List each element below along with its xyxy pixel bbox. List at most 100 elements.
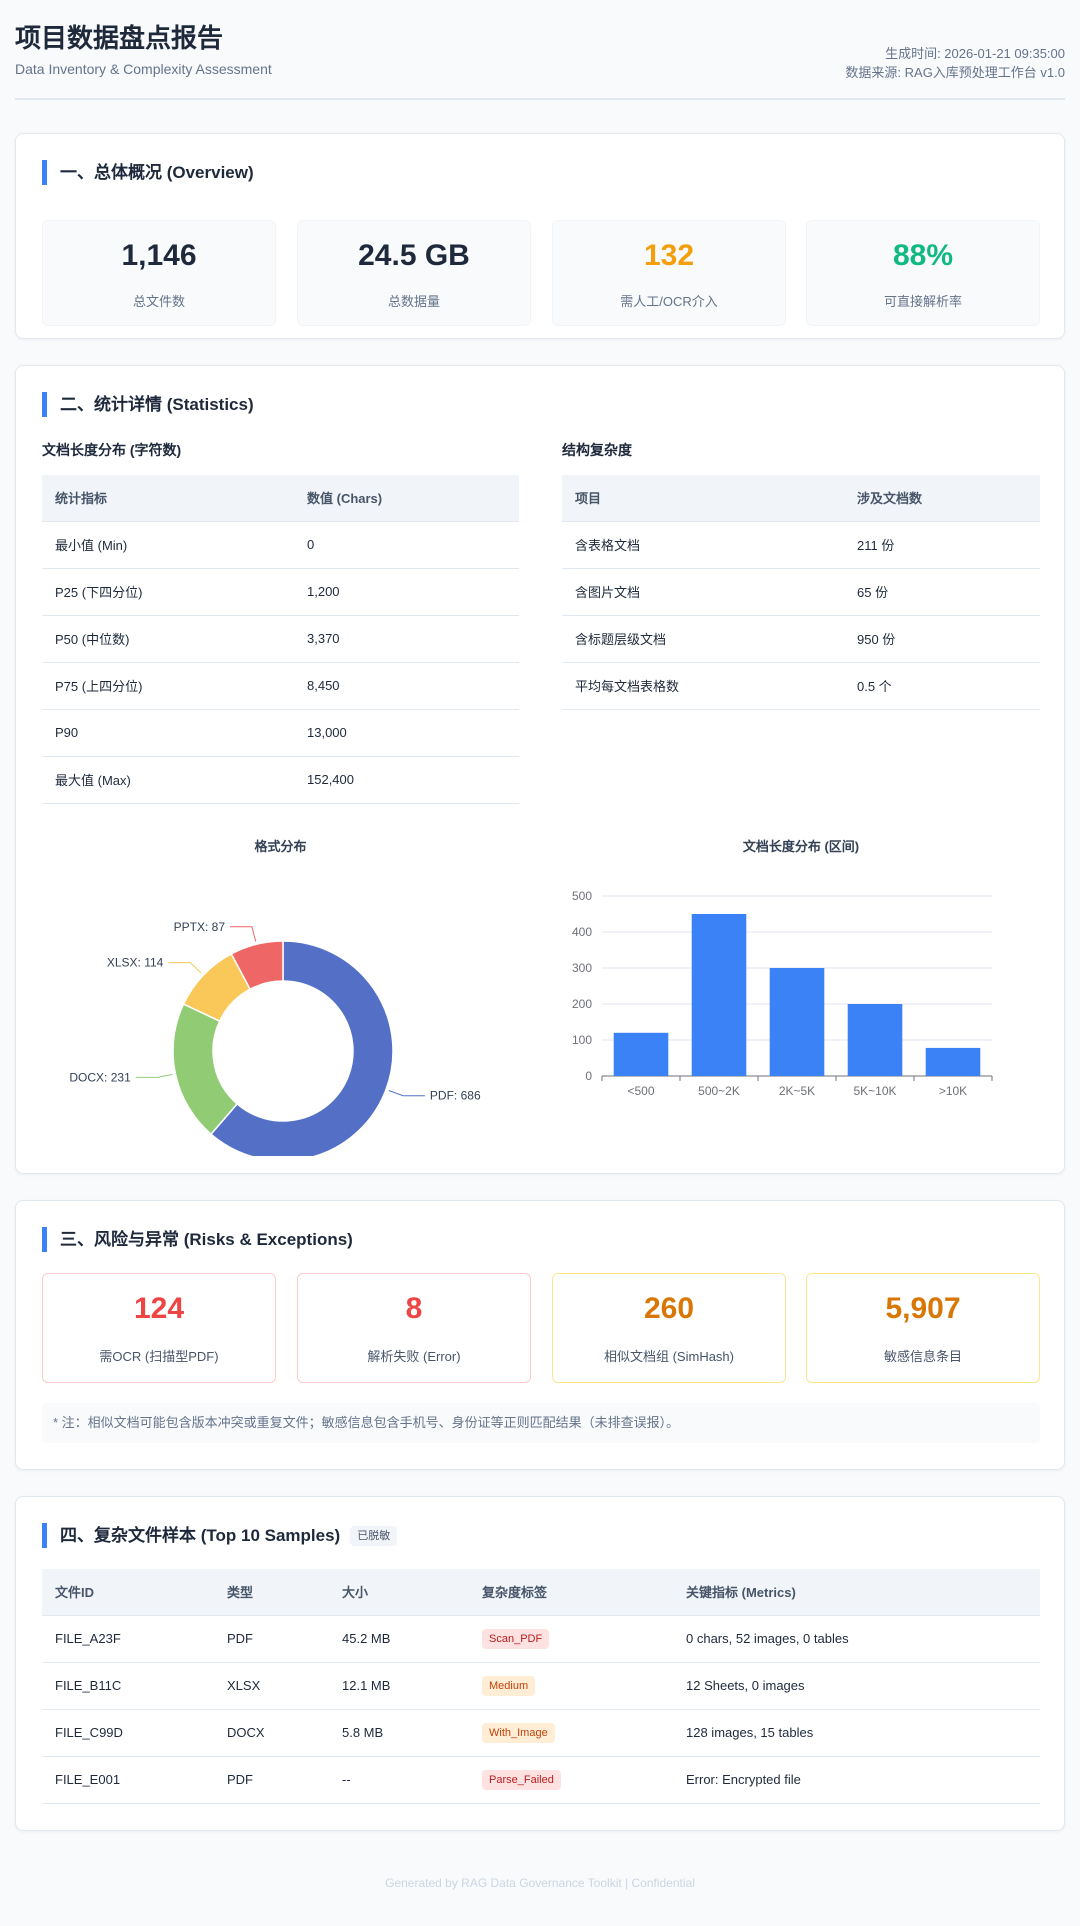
metric-name: P25 (下四分位) (42, 568, 294, 616)
y-tick-label: 200 (572, 997, 592, 1011)
table-row: FILE_B11C XLSX 12.1 MB Medium 12 Sheets, 0 i… (42, 1662, 1040, 1710)
column-header: 数值 (Chars) (294, 475, 519, 522)
samples-table: 文件ID 类型 大小 复杂度标签 关键指标 (Metrics) FILE_A23… (42, 1569, 1040, 1804)
metric-name: P75 (上四分位) (42, 662, 294, 710)
risk-card-similar-docs: 260 相似文档组 (SimHash) (552, 1273, 786, 1383)
table-row: 含标题层级文档 950 份 (562, 615, 1040, 663)
section-title: 三、风险与异常 (Risks & Exceptions) (42, 1227, 353, 1252)
section-title: 一、总体概况 (Overview) (42, 160, 254, 185)
file-size: -- (329, 1756, 469, 1804)
risk-card-sensitive-info: 5,907 敏感信息条目 (806, 1273, 1040, 1383)
stat-label: 总文件数 (132, 294, 185, 309)
item-count: 950 份 (844, 615, 1040, 663)
risk-label: 解析失败 (Error) (367, 1349, 461, 1364)
metrics: 0 chars, 52 images, 0 tables (673, 1615, 1040, 1663)
risks-section: 三、风险与异常 (Risks & Exceptions) 124 需OCR (扫… (15, 1200, 1065, 1470)
anonymized-badge: 已脱敏 (350, 1526, 398, 1546)
stat-card-total-files: 1,146 总文件数 (42, 220, 276, 326)
page-title: 项目数据盘点报告 (15, 23, 224, 53)
metric-value: 13,000 (294, 709, 519, 757)
y-tick-label: 500 (572, 889, 592, 903)
stat-value: 132 (643, 239, 695, 272)
bar (847, 1004, 903, 1076)
risk-card-parse-failed: 8 解析失败 (Error) (297, 1273, 531, 1383)
report-meta: 生成时间: 2026-01-21 09:35:00 数据来源: RAG入库预处理… (845, 44, 1065, 82)
stat-value: 24.5 GB (358, 239, 470, 272)
table-row: P75 (上四分位) 8,450 (42, 662, 519, 710)
metric-name: P50 (中位数) (42, 615, 294, 663)
pie-leader-line (168, 962, 202, 974)
report-header: 项目数据盘点报告 Data Inventory & Complexity Ass… (15, 14, 1065, 100)
table-row: 最小值 (Min) 0 (42, 521, 519, 569)
risk-value: 260 (643, 1292, 695, 1325)
metric-name: 最大值 (Max) (42, 756, 294, 804)
table-row: 平均每文档表格数 0.5 个 (562, 662, 1040, 710)
column-header: 文件ID (42, 1569, 214, 1616)
risk-label: 需OCR (扫描型PDF) (99, 1349, 219, 1364)
length-stats-table: 统计指标 数值 (Chars) 最小值 (Min) 0 P25 (下四分位) 1,2… (42, 475, 519, 804)
metric-name: 最小值 (Min) (42, 521, 294, 569)
x-tick-label: >10K (939, 1084, 967, 1098)
stat-value: 88% (892, 239, 954, 272)
risk-value: 5,907 (885, 1292, 961, 1325)
metric-value: 8,450 (294, 662, 519, 710)
stat-label: 可直接解析率 (883, 294, 962, 309)
x-tick-label: 500~2K (698, 1084, 740, 1098)
tag-cell: Scan_PDF (469, 1615, 673, 1663)
tag-cell: Medium (469, 1662, 673, 1710)
section-title-text: 四、复杂文件样本 (Top 10 Samples) (60, 1526, 341, 1545)
file-size: 45.2 MB (329, 1615, 469, 1663)
file-size: 12.1 MB (329, 1662, 469, 1710)
risk-note: * 注：相似文档可能包含版本冲突或重复文件；敏感信息包含手机号、身份证等正则匹配… (42, 1403, 1040, 1443)
complexity-table-title: 结构复杂度 (562, 442, 632, 458)
pie-leader-line (230, 926, 257, 942)
stat-value: 1,146 (121, 239, 197, 272)
bar (925, 1047, 981, 1076)
bar (691, 914, 747, 1076)
file-id: FILE_C99D (42, 1709, 214, 1757)
page-subtitle: Data Inventory & Complexity Assessment (15, 61, 272, 77)
metric-value: 3,370 (294, 615, 519, 663)
table-row: 含表格文档 211 份 (562, 521, 1040, 569)
column-header: 关键指标 (Metrics) (673, 1569, 1040, 1616)
data-source: 数据来源: RAG入库预处理工作台 v1.0 (845, 65, 1065, 80)
generated-time: 生成时间: 2026-01-21 09:35:00 (885, 46, 1065, 61)
pie-chart-title: 格式分布 (254, 839, 307, 854)
file-id: FILE_A23F (42, 1615, 214, 1663)
pie-leader-line (388, 1090, 425, 1097)
y-tick-label: 400 (572, 925, 592, 939)
item-count: 211 份 (844, 521, 1040, 569)
complexity-tag: Medium (482, 1675, 536, 1696)
tag-cell: With_Image (469, 1709, 673, 1757)
metric-value: 1,200 (294, 568, 519, 616)
item-name: 含图片文档 (562, 568, 844, 616)
length-bar-chart: 0 100 200 300 400 500 <500 500~2K 2K~5K 5K~10K >10… (572, 889, 993, 1098)
item-name: 含标题层级文档 (562, 615, 844, 663)
pie-label: PDF: 686 (430, 1089, 481, 1103)
metrics: Error: Encrypted file (673, 1756, 1040, 1804)
risk-card-ocr: 124 需OCR (扫描型PDF) (42, 1273, 276, 1383)
stat-label: 需人工/OCR介入 (620, 294, 718, 309)
table-header-row: 项目 涉及文档数 (562, 475, 1040, 522)
table-row: 含图片文档 65 份 (562, 568, 1040, 616)
table-row: FILE_E001 PDF -- Parse_Failed Error: Encrypt… (42, 1756, 1040, 1804)
file-type: PDF (214, 1756, 329, 1804)
statistics-section: 二、统计详情 (Statistics) 文档长度分布 (字符数) 统计指标 数值… (15, 365, 1065, 1174)
x-tick-label: 5K~10K (853, 1084, 896, 1098)
pie-slice (172, 1003, 239, 1136)
pie-label: DOCX: 231 (69, 1070, 131, 1084)
risk-value: 124 (133, 1292, 185, 1325)
column-header: 大小 (329, 1569, 469, 1616)
section-title: 四、复杂文件样本 (Top 10 Samples) 已脱敏 (42, 1523, 398, 1548)
table-row: FILE_A23F PDF 45.2 MB Scan_PDF 0 chars, 52 i… (42, 1615, 1040, 1663)
bar-chart-title: 文档长度分布 (区间) (742, 839, 860, 854)
metrics: 12 Sheets, 0 images (673, 1662, 1040, 1710)
table-row: 最大值 (Max) 152,400 (42, 756, 519, 804)
y-tick-label: 300 (572, 961, 592, 975)
column-header: 涉及文档数 (844, 475, 1040, 522)
complexity-tag: Parse_Failed (482, 1769, 561, 1790)
complexity-table: 项目 涉及文档数 含表格文档 211 份 含图片文档 65 份 含标题层级文档 950… (562, 475, 1040, 710)
item-count: 65 份 (844, 568, 1040, 616)
item-name: 平均每文档表格数 (562, 662, 844, 710)
column-header: 类型 (214, 1569, 329, 1616)
